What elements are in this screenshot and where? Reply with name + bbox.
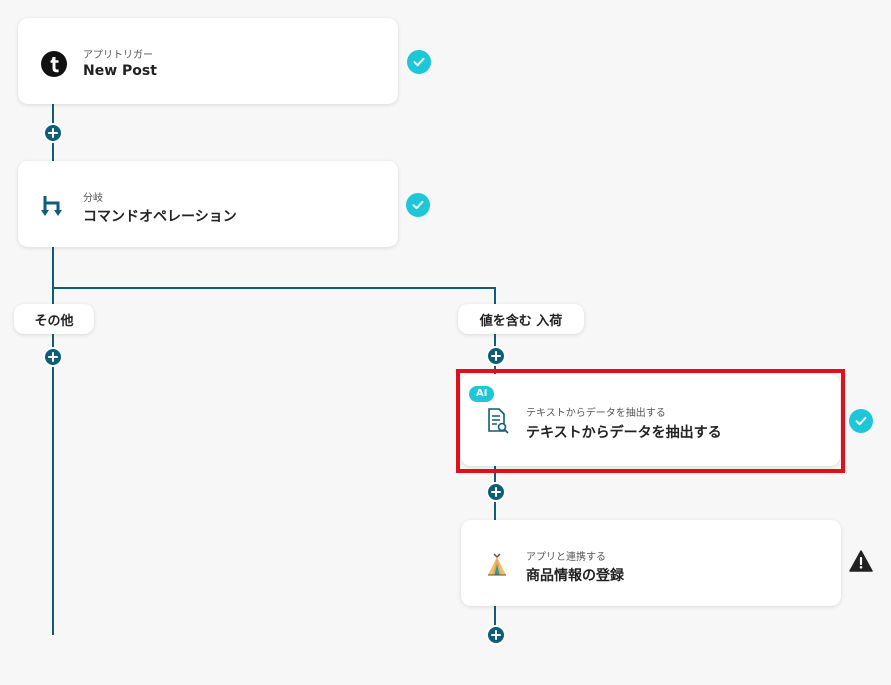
step-subtitle: アプリトリガー <box>83 50 153 61</box>
check-icon <box>849 409 873 433</box>
add-step-button[interactable] <box>43 347 63 367</box>
step-card-branch[interactable]: 分岐 コマンドオペレーション <box>18 161 398 247</box>
step-title: コマンドオペレーション <box>83 209 237 225</box>
warning-icon <box>849 550 873 576</box>
tent-app-icon <box>483 550 511 578</box>
tumblr-icon <box>40 50 68 78</box>
step-card-app-action[interactable]: アプリと連携する 商品情報の登録 <box>461 520 841 606</box>
add-step-button[interactable] <box>486 346 506 366</box>
add-step-button[interactable] <box>43 123 63 143</box>
step-card-trigger[interactable]: アプリトリガー New Post <box>18 18 398 104</box>
add-step-button[interactable] <box>486 482 506 502</box>
check-icon <box>407 50 431 74</box>
add-step-button[interactable] <box>486 625 506 645</box>
branch-label-condition[interactable]: 値を含む 入荷 <box>458 304 584 334</box>
step-subtitle: アプリと連携する <box>526 552 606 563</box>
selection-highlight <box>456 369 845 473</box>
step-subtitle: 分岐 <box>83 193 103 204</box>
branch-connector <box>52 287 496 289</box>
branch-icon <box>40 193 68 221</box>
branch-label-text: その他 <box>34 313 74 329</box>
check-icon <box>406 193 430 217</box>
branch-label-text: 値を含む 入荷 <box>479 313 563 329</box>
step-title: 商品情報の登録 <box>526 568 624 584</box>
branch-label-other[interactable]: その他 <box>14 304 94 334</box>
step-title: New Post <box>83 63 157 79</box>
